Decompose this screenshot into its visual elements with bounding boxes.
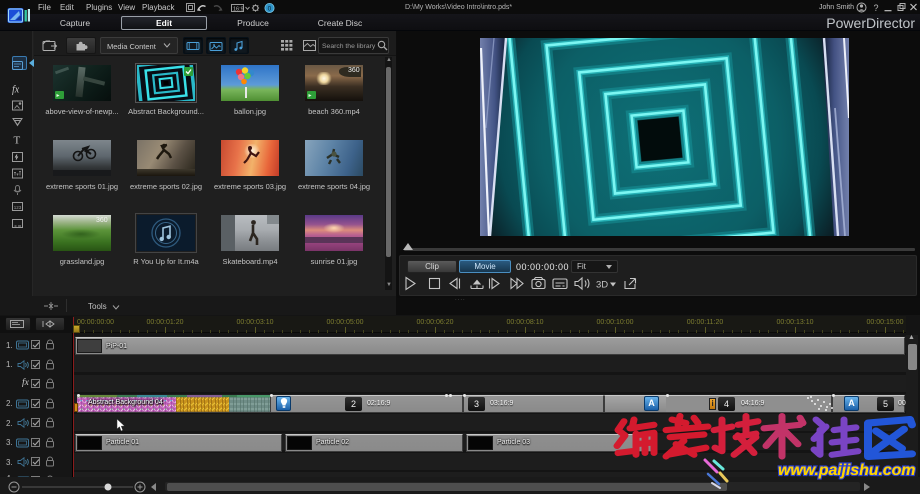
svg-text:16:9: 16:9: [233, 6, 244, 12]
svg-text:T: T: [14, 135, 21, 147]
svg-text:00:00:11:20: 00:00:11:20: [687, 319, 724, 326]
svg-text:123: 123: [14, 205, 22, 210]
svg-text:3D: 3D: [596, 280, 608, 291]
svg-text:fx: fx: [12, 85, 20, 96]
svg-text:www.paijishu.com: www.paijishu.com: [778, 462, 915, 479]
svg-text:00:00:13:10: 00:00:13:10: [777, 319, 814, 326]
svg-text:00:00:15:00: 00:00:15:00: [867, 319, 904, 326]
svg-text:00:00:08:10: 00:00:08:10: [507, 319, 544, 326]
svg-text:00:00:00:00: 00:00:00:00: [77, 319, 114, 326]
svg-text:00:00:05:00: 00:00:05:00: [327, 319, 364, 326]
svg-text:00:00:10:00: 00:00:10:00: [597, 319, 634, 326]
svg-text:?: ?: [874, 3, 879, 13]
svg-text:0: 0: [268, 5, 272, 12]
svg-text:00:00:01:20: 00:00:01:20: [147, 319, 184, 326]
svg-text:00:00:03:10: 00:00:03:10: [237, 319, 274, 326]
svg-text:00:00:06:20: 00:00:06:20: [417, 319, 454, 326]
